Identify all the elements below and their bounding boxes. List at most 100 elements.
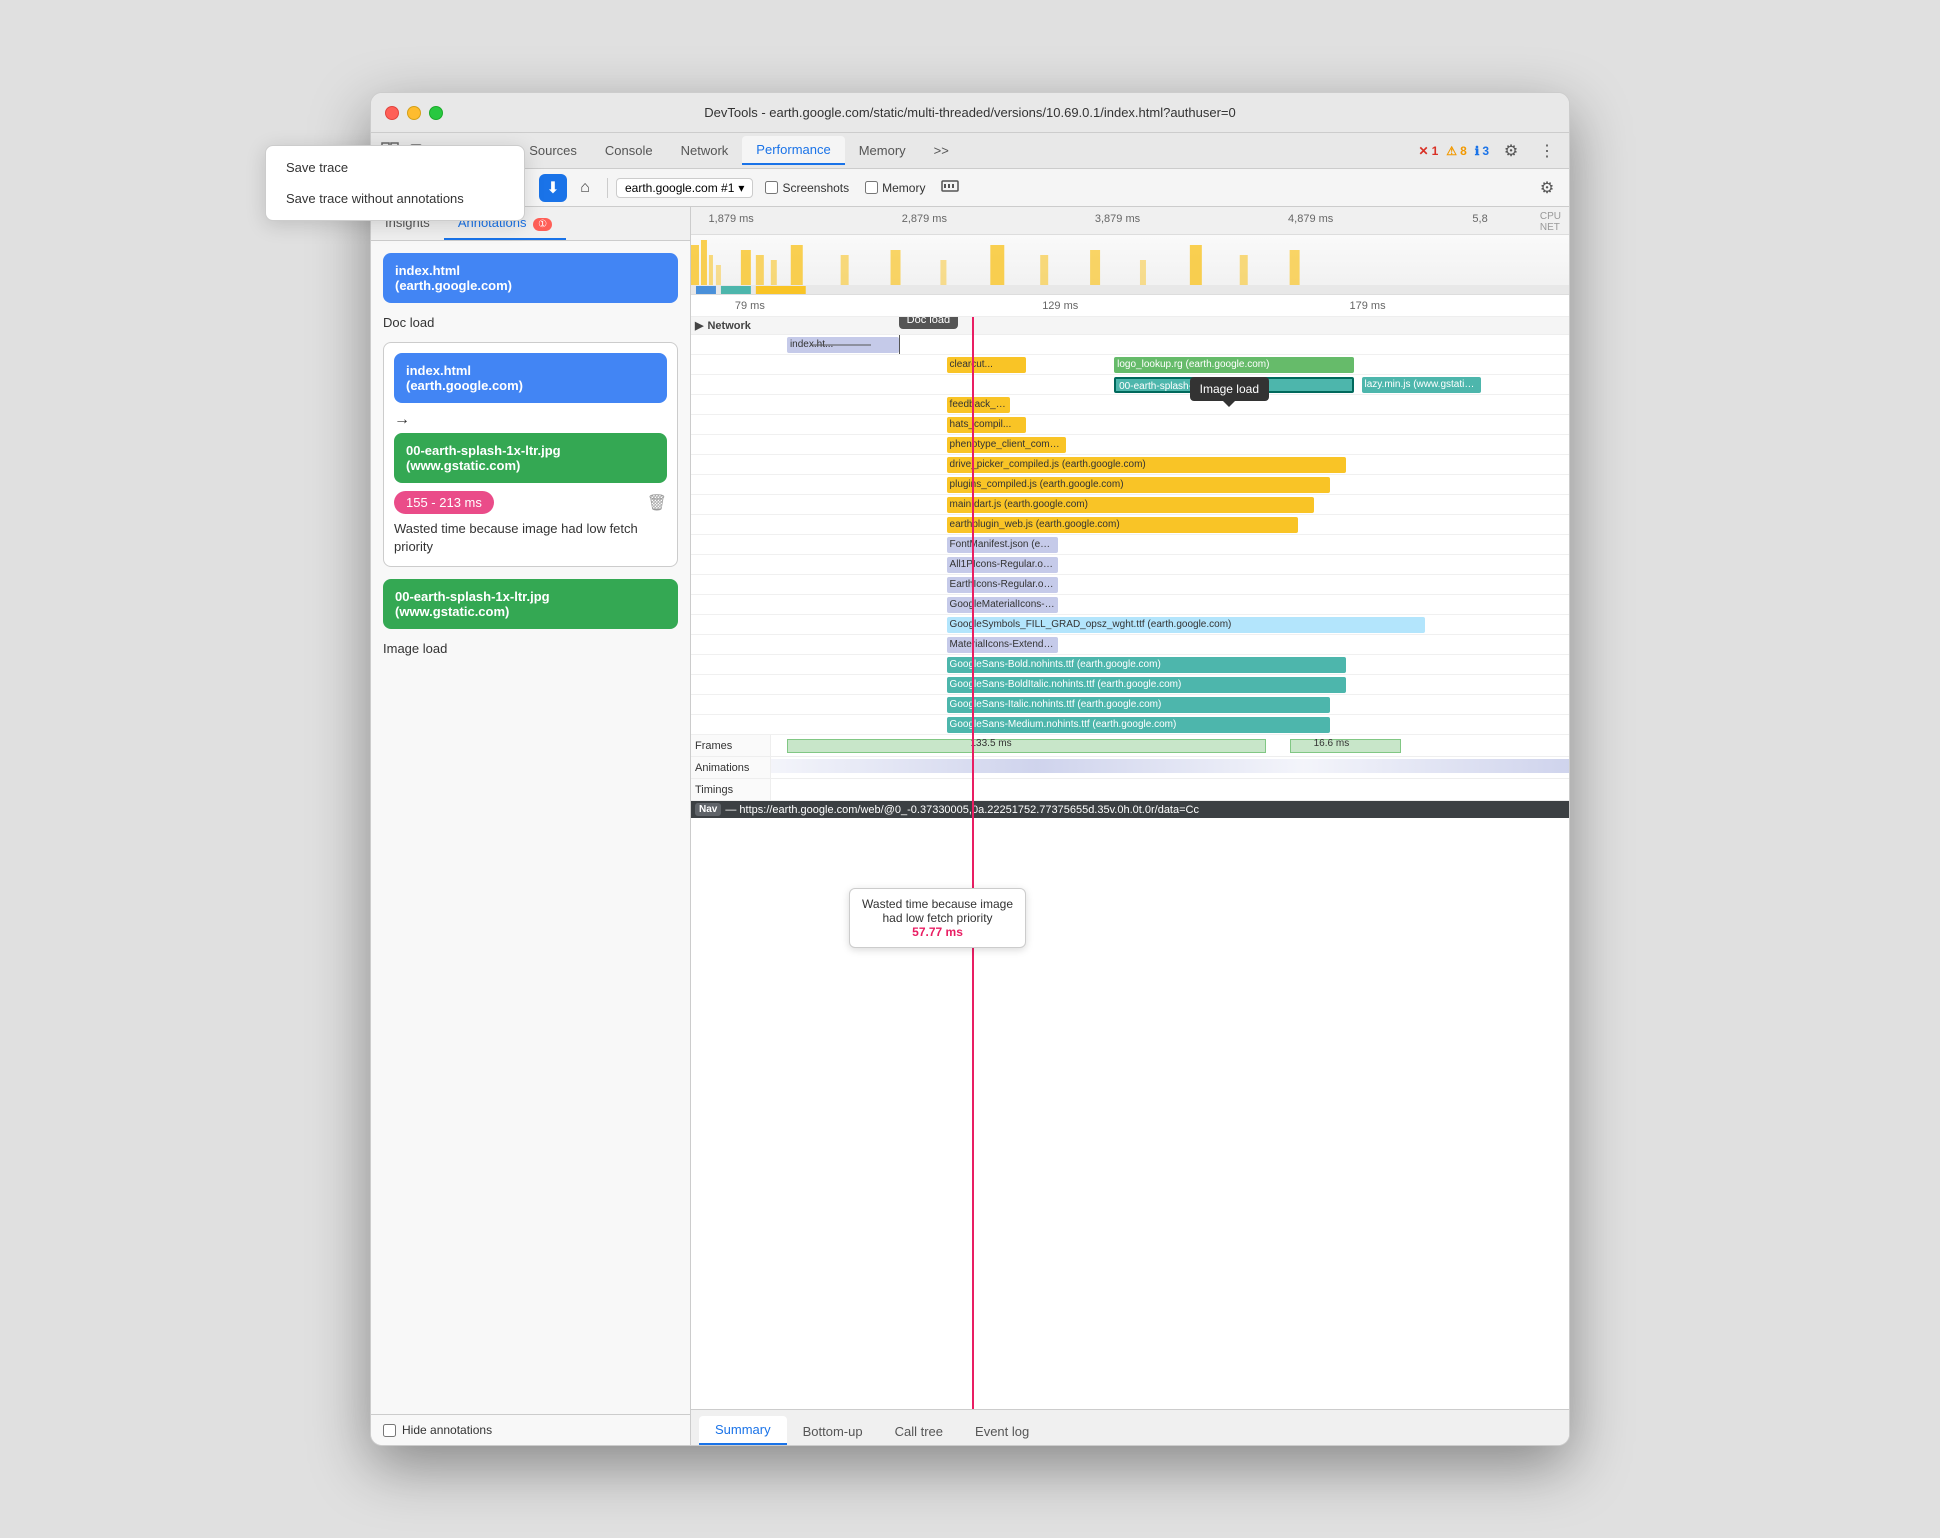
annotation-card-index-2[interactable]: index.html(earth.google.com)	[394, 353, 667, 403]
bar-phenotype[interactable]: phenotype_client_compiled...	[947, 437, 1067, 453]
tab-summary[interactable]: Summary	[699, 1416, 787, 1445]
maximize-button[interactable]	[429, 106, 443, 120]
error-badge-blue[interactable]: ℹ 3	[1475, 144, 1489, 158]
row-bars-fontmanifest: FontManifest.json (earth.goo...	[771, 535, 1569, 554]
bar-gmaterial[interactable]: GoogleMaterialIcons-Regular...	[947, 597, 1059, 613]
network-row-gsbold[interactable]: GoogleSans-Bold.nohints.ttf (earth.googl…	[691, 655, 1569, 675]
delete-icon[interactable]: 🗑	[647, 493, 667, 513]
network-row-earthicons[interactable]: EarthIcons-Regular.otf (earth...	[691, 575, 1569, 595]
bar-clearcut[interactable]: clearcut...	[947, 357, 1027, 373]
url-selector[interactable]: earth.google.com #1 ▾	[616, 178, 753, 198]
ruler-mark-2: 2,879 ms	[902, 213, 947, 225]
bar-gsbolditalic[interactable]: GoogleSans-BoldItalic.nohints.ttf (earth…	[947, 677, 1346, 693]
bar-fontmanifest[interactable]: FontManifest.json (earth.goo...	[947, 537, 1059, 553]
annotation-arrow: →	[394, 411, 667, 429]
tab-performance[interactable]: Performance	[742, 136, 844, 165]
network-row-feedback[interactable]: feedback_c...	[691, 395, 1569, 415]
network-rows-container: index.ht... Doc load	[691, 335, 1569, 735]
annotation-card-index-1[interactable]: index.html(earth.google.com)	[383, 253, 678, 303]
annotation-card-splash-2[interactable]: 00-earth-splash-1x-ltr.jpg(www.gstatic.c…	[383, 579, 678, 629]
error-badge-red[interactable]: ✕ 1	[1419, 144, 1439, 158]
network-row-gsmedium[interactable]: GoogleSans-Medium.nohints.ttf (earth.goo…	[691, 715, 1569, 735]
animations-content	[771, 757, 1569, 778]
nav-bar: Nav — https://earth.google.com/web/@0_-0…	[691, 801, 1569, 818]
network-row-materialext[interactable]: MaterialIcons-Extended.ttf (e...	[691, 635, 1569, 655]
tab-console[interactable]: Console	[591, 137, 667, 164]
network-row-earthplugin[interactable]: earthplugin_web.js (earth.google.com)	[691, 515, 1569, 535]
settings-button[interactable]: ⚙	[1497, 137, 1525, 165]
minimize-button[interactable]	[407, 106, 421, 120]
network-row-splash[interactable]: 00-earth-splash-1x-ltr.jpg (w... lazy.mi…	[691, 375, 1569, 395]
network-row-phenotype[interactable]: phenotype_client_compiled...	[691, 435, 1569, 455]
row-bars-gsmedium: GoogleSans-Medium.nohints.ttf (earth.goo…	[771, 715, 1569, 734]
frame-time-2: 16.6 ms	[1314, 738, 1350, 749]
memory-icon	[941, 178, 959, 197]
bar-gsitalic[interactable]: GoogleSans-Italic.nohints.ttf (earth.goo…	[947, 697, 1330, 713]
bar-hats[interactable]: hats_compil...	[947, 417, 1027, 433]
annotation-card-splash[interactable]: 00-earth-splash-1x-ltr.jpg(www.gstatic.c…	[394, 433, 667, 483]
bar-gsbold[interactable]: GoogleSans-Bold.nohints.ttf (earth.googl…	[947, 657, 1346, 673]
tab-bottom-up[interactable]: Bottom-up	[787, 1418, 879, 1445]
connector-svg	[811, 337, 891, 353]
tab-sources[interactable]: Sources	[515, 137, 591, 164]
screenshots-checkbox[interactable]	[765, 181, 778, 194]
network-row-1[interactable]: index.ht... Doc load	[691, 335, 1569, 355]
tab-memory[interactable]: Memory	[845, 137, 920, 164]
tab-network[interactable]: Network	[667, 137, 743, 164]
tab-call-tree[interactable]: Call tree	[879, 1418, 959, 1445]
hide-annotations-checkbox[interactable]	[383, 1424, 396, 1437]
network-row-clearcut[interactable]: clearcut... logo_lookup.rg (earth.google…	[691, 355, 1569, 375]
bar-earthplugin[interactable]: earthplugin_web.js (earth.google.com)	[947, 517, 1298, 533]
tab-more[interactable]: >>	[920, 137, 963, 164]
wasted-annotation: Wasted time because imagehad low fetch p…	[849, 888, 1026, 948]
dropdown-save-trace[interactable]: Save trace	[370, 152, 524, 183]
network-row-gsitalic[interactable]: GoogleSans-Italic.nohints.ttf (earth.goo…	[691, 695, 1569, 715]
right-panel: 1,879 ms 2,879 ms 3,879 ms 4,879 ms 5,8 …	[691, 207, 1569, 1445]
bar-splash[interactable]: 00-earth-splash-1x-ltr.jpg (w...	[1114, 377, 1353, 393]
network-row-gsymbols[interactable]: GoogleSymbols_FILL_GRAD_opsz_wght.ttf (e…	[691, 615, 1569, 635]
dropdown-save-trace-no-annotations[interactable]: Save trace without annotations	[370, 183, 524, 214]
home-button[interactable]: ⌂	[571, 174, 599, 202]
bar-feedback[interactable]: feedback_c...	[947, 397, 1011, 413]
network-row-gmaterial[interactable]: GoogleMaterialIcons-Regular...	[691, 595, 1569, 615]
bar-maindart[interactable]: main.dart.js (earth.google.com)	[947, 497, 1314, 513]
bar-drive[interactable]: drive_picker_compiled.js (earth.google.c…	[947, 457, 1346, 473]
download-button[interactable]: ⬇	[539, 174, 567, 202]
performance-settings-button[interactable]: ⚙	[1533, 174, 1561, 202]
network-row-fontmanifest[interactable]: FontManifest.json (earth.goo...	[691, 535, 1569, 555]
row-bars-gmaterial: GoogleMaterialIcons-Regular...	[771, 595, 1569, 614]
titlebar: DevTools - earth.google.com/static/multi…	[371, 93, 1569, 133]
network-row-maindart[interactable]: main.dart.js (earth.google.com)	[691, 495, 1569, 515]
network-row-hats[interactable]: hats_compil...	[691, 415, 1569, 435]
bar-lazyjs[interactable]: lazy.min.js (www.gstatic.com)	[1362, 377, 1482, 393]
close-button[interactable]	[385, 106, 399, 120]
bottom-tabs: Summary Bottom-up Call tree Event log	[691, 1409, 1569, 1445]
bar-logo[interactable]: logo_lookup.rg (earth.google.com)	[1114, 357, 1353, 373]
bar-all1picons[interactable]: All1PIcons-Regular.otf (earth....	[947, 557, 1059, 573]
more-options-button[interactable]: ⋮	[1533, 137, 1561, 165]
row-bars-gsbold: GoogleSans-Bold.nohints.ttf (earth.googl…	[771, 655, 1569, 674]
row-bars-1: index.ht... Doc load	[771, 335, 1569, 354]
bar-materialext[interactable]: MaterialIcons-Extended.ttf (e...	[947, 637, 1059, 653]
bar-gsmedium[interactable]: GoogleSans-Medium.nohints.ttf (earth.goo…	[947, 717, 1330, 733]
network-label: Network	[707, 320, 750, 332]
network-header[interactable]: ▶ Network	[691, 317, 1569, 335]
network-row-gsbolditalic[interactable]: GoogleSans-BoldItalic.nohints.ttf (earth…	[691, 675, 1569, 695]
bar-plugins[interactable]: plugins_compiled.js (earth.google.com)	[947, 477, 1330, 493]
memory-checkbox-label[interactable]: Memory	[865, 181, 925, 195]
tab-event-log[interactable]: Event log	[959, 1418, 1045, 1445]
error-badge-yellow[interactable]: ⚠ 8	[1446, 144, 1466, 158]
wasted-annotation-text: Wasted time because imagehad low fetch p…	[862, 897, 1013, 925]
memory-checkbox[interactable]	[865, 181, 878, 194]
row-bars-splash: 00-earth-splash-1x-ltr.jpg (w... lazy.mi…	[771, 375, 1569, 394]
screenshots-checkbox-label[interactable]: Screenshots	[765, 181, 849, 195]
warning-icon: ⚠	[1446, 144, 1457, 158]
row-bars-earthicons: EarthIcons-Regular.otf (earth...	[771, 575, 1569, 594]
bar-earthicons[interactable]: EarthIcons-Regular.otf (earth...	[947, 577, 1059, 593]
network-row-all1picons[interactable]: All1PIcons-Regular.otf (earth....	[691, 555, 1569, 575]
dropdown-menu: Save trace Save trace without annotation…	[370, 145, 525, 221]
network-row-drive[interactable]: drive_picker_compiled.js (earth.google.c…	[691, 455, 1569, 475]
network-row-plugins[interactable]: plugins_compiled.js (earth.google.com)	[691, 475, 1569, 495]
bar-gsymbols[interactable]: GoogleSymbols_FILL_GRAD_opsz_wght.ttf (e…	[947, 617, 1426, 633]
left-panel: Insights Annotations ① index.html(earth.…	[371, 207, 691, 1445]
